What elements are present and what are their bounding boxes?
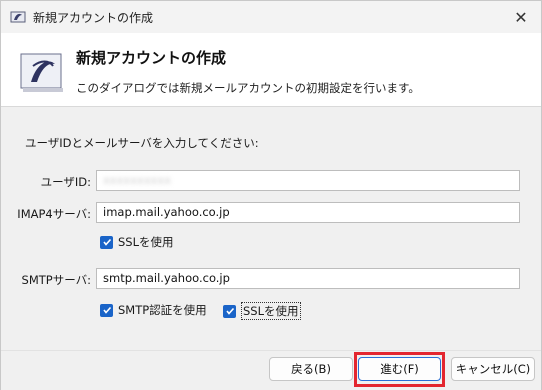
smtp-ssl-checkbox[interactable]: SSLを使用	[223, 302, 301, 320]
mail-logo-icon	[19, 48, 65, 94]
header-description: このダイアログでは新規メールアカウントの初期設定を行います。	[76, 81, 420, 95]
imap-ssl-checkbox[interactable]: SSLを使用	[100, 234, 174, 250]
checkbox-checked-icon	[100, 235, 113, 249]
dialog-window: 新規アカウントの作成 ✕ 新規アカウントの作成 このダイアログでは新規メールアカ…	[0, 0, 542, 390]
smtp-server-input[interactable]: smtp.mail.yahoo.co.jp	[96, 268, 520, 289]
imap-server-label: IMAP4サーバ:	[17, 207, 91, 221]
checkbox-checked-icon	[223, 304, 236, 318]
window-title: 新規アカウントの作成	[33, 11, 154, 25]
back-button[interactable]: 戻る(B)	[269, 357, 353, 381]
title-bar: 新規アカウントの作成 ✕	[1, 1, 541, 33]
checkbox-checked-icon	[100, 303, 113, 317]
cancel-button[interactable]: キャンセル(C)	[451, 357, 535, 381]
smtp-auth-checkbox[interactable]: SMTP認証を使用	[100, 302, 207, 318]
dialog-header: 新規アカウントの作成 このダイアログでは新規メールアカウントの初期設定を行います…	[1, 33, 541, 107]
highlight-box	[354, 352, 445, 387]
app-icon	[10, 9, 26, 25]
smtp-server-label: SMTPサーバ:	[21, 273, 91, 287]
imap-server-input[interactable]: imap.mail.yahoo.co.jp	[96, 202, 520, 223]
imap-ssl-label: SSLを使用	[118, 235, 174, 249]
user-id-label: ユーザID:	[40, 175, 91, 189]
instruction-text: ユーザIDとメールサーバを入力してください:	[25, 136, 259, 150]
user-id-input[interactable]: xxxxxxxxxx	[96, 170, 520, 191]
close-icon[interactable]: ✕	[509, 5, 533, 29]
smtp-ssl-label: SSLを使用	[241, 302, 301, 320]
header-title: 新規アカウントの作成	[76, 49, 227, 67]
user-id-value: xxxxxxxxxx	[103, 173, 172, 187]
smtp-auth-label: SMTP認証を使用	[118, 303, 207, 317]
